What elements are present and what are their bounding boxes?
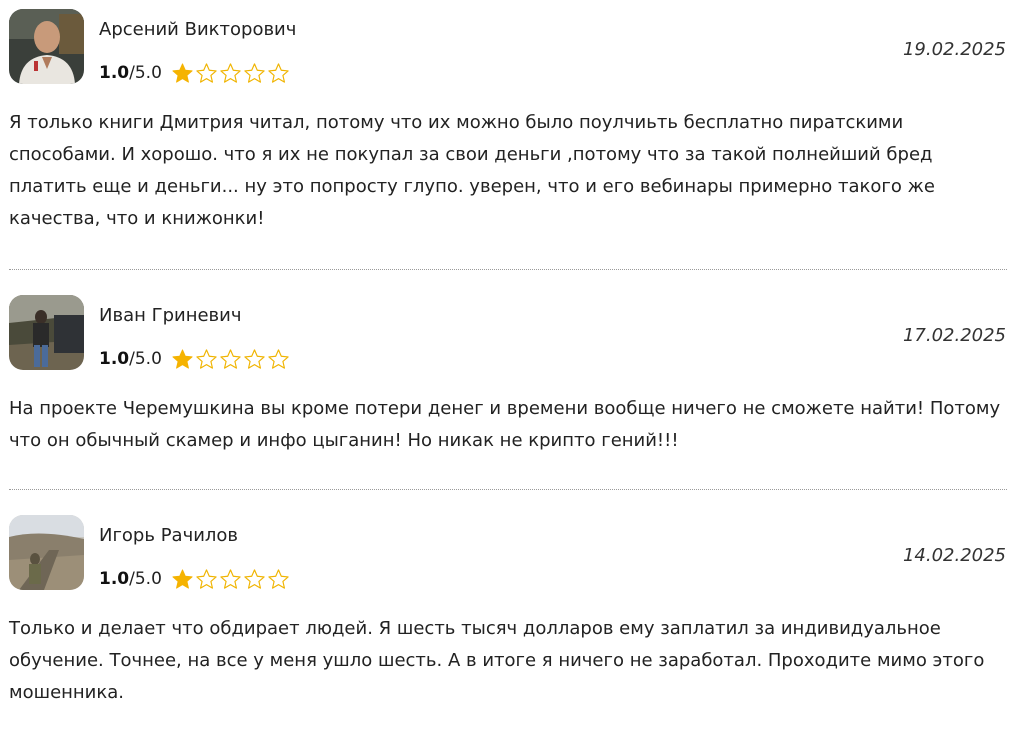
star-icon — [172, 568, 193, 589]
star-icon — [268, 568, 289, 589]
star-icon — [268, 348, 289, 369]
rating-score: 1.0 — [99, 63, 130, 83]
review-author: Иван Гриневич — [99, 305, 242, 326]
star-icon — [172, 62, 193, 83]
review-rating: 1.0/5.0 — [99, 346, 290, 372]
rating-stars — [171, 348, 290, 371]
star-icon — [268, 62, 289, 83]
rating-stars — [171, 62, 290, 85]
star-icon — [172, 348, 193, 369]
rating-stars — [171, 568, 290, 591]
star-icon — [196, 62, 217, 83]
star-icon — [244, 348, 265, 369]
review-author: Игорь Рачилов — [99, 525, 239, 546]
review-rating: 1.0/5.0 — [99, 566, 290, 592]
review-text: Только и делает что обдирает людей. Я ше… — [9, 618, 985, 703]
reviews-list: Арсений Викторович 1.0/5.0 19.02.2025 Я … — [0, 0, 1017, 736]
review-text: Я только книги Дмитрия читал, потому что… — [9, 112, 935, 229]
divider — [9, 269, 1007, 270]
rating-max: /5.0 — [129, 569, 162, 589]
divider — [9, 489, 1007, 490]
star-icon — [220, 568, 241, 589]
review-author: Арсений Викторович — [99, 19, 297, 40]
star-icon — [244, 62, 265, 83]
avatar — [9, 515, 84, 590]
review-rating: 1.0/5.0 — [99, 60, 290, 86]
review-text: На проекте Черемушкина вы кроме потери д… — [9, 398, 1001, 451]
star-icon — [196, 348, 217, 369]
avatar-photo — [9, 515, 84, 590]
avatar-photo — [9, 295, 84, 370]
review-date: 19.02.2025 — [902, 39, 1006, 60]
rating-max: /5.0 — [129, 349, 162, 369]
review-date: 14.02.2025 — [902, 545, 1006, 566]
star-icon — [244, 568, 265, 589]
rating-score: 1.0 — [99, 349, 130, 369]
avatar — [9, 9, 84, 84]
rating-score: 1.0 — [99, 569, 130, 589]
review-date: 17.02.2025 — [902, 325, 1006, 346]
avatar — [9, 295, 84, 370]
star-icon — [220, 62, 241, 83]
rating-max: /5.0 — [129, 63, 162, 83]
star-icon — [220, 348, 241, 369]
avatar-photo — [9, 9, 84, 84]
star-icon — [196, 568, 217, 589]
